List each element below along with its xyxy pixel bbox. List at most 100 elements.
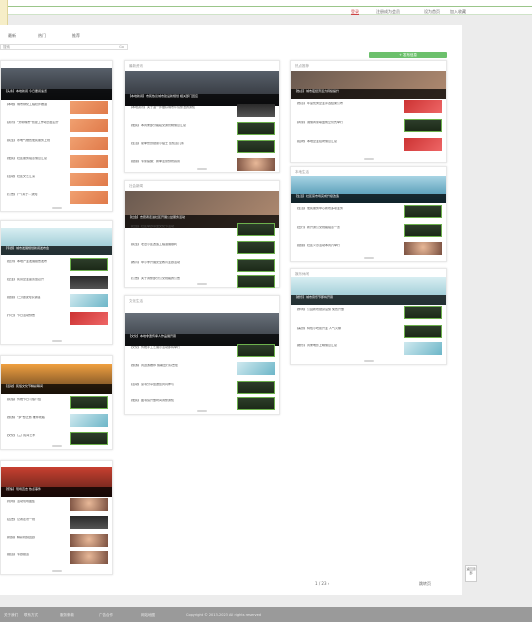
news-item-thumbnail[interactable]	[70, 191, 108, 204]
news-list-item[interactable]: 【文化】传统手工艺展示活动即将举行	[129, 344, 275, 358]
news-list-item[interactable]: 【出行】新开通公交线路站点一览	[295, 224, 442, 238]
news-item-thumbnail[interactable]	[404, 119, 442, 132]
news-item-thumbnail[interactable]	[70, 516, 108, 529]
news-list-item[interactable]: 【民俗】传统节日习俗介绍	[5, 396, 108, 410]
news-item-headline[interactable]: 【出行】新开通公交线路站点一览	[295, 226, 386, 235]
news-list-item[interactable]: 【经济】本地产业发展报告发布	[5, 258, 108, 272]
news-item-thumbnail[interactable]	[70, 396, 108, 409]
more-indicator[interactable]	[197, 283, 207, 285]
more-indicator[interactable]	[363, 257, 374, 259]
news-item-headline[interactable]: 【旅游】"梦"想之旅 推荐线路	[5, 416, 69, 425]
news-item-thumbnail[interactable]	[237, 259, 275, 272]
news-item-headline[interactable]: 【公告】(一)关于…通知	[5, 193, 69, 202]
news-item-headline[interactable]: 【资讯】"文明城市"创建工作动员会召开	[5, 121, 69, 130]
news-list-item[interactable]: 【报道】专题报道	[5, 551, 108, 565]
tab-hot[interactable]: 热门	[38, 33, 46, 39]
footer-link[interactable]: 广告合作	[99, 613, 113, 618]
news-card-hero-image[interactable]: 【生活】社区菜市场完成升级改造	[291, 176, 446, 203]
news-item-headline[interactable]: 【报道】专题报道	[5, 553, 69, 562]
footer-link[interactable]: 联系方式	[24, 613, 38, 618]
news-card-hero-image[interactable]: 【活动】民俗文化节精彩瞬间	[1, 364, 112, 394]
news-item-thumbnail[interactable]	[404, 325, 442, 338]
news-item-thumbnail[interactable]	[404, 205, 442, 218]
news-list-item[interactable]: 【民生】老旧小区改造工程进展顺利	[129, 241, 275, 255]
news-card-hero-caption[interactable]: 【活动】民俗文化节精彩瞬间	[1, 383, 112, 394]
news-item-headline[interactable]: 【视频】精彩视频回顾	[5, 536, 69, 545]
news-list-item[interactable]: 【休闲】公园新增健身设施 免费开放	[295, 306, 442, 320]
news-item-headline[interactable]: 【美食】特色小吃街开业 人气火爆	[295, 327, 386, 336]
news-card-hero-caption[interactable]: 【生活】社区菜市场完成升级改造	[291, 193, 446, 203]
news-item-headline[interactable]: 【直击】记者走访一线	[5, 518, 69, 527]
news-list-item[interactable]: 【娱乐】周末电影上映信息汇总	[295, 342, 442, 356]
news-list-item[interactable]: 【教育】中小学开展安全教育主题活动	[129, 259, 275, 273]
news-item-thumbnail[interactable]	[70, 119, 108, 132]
news-card-hero-image[interactable]: 【头条】本地新闻 今日要闻速览	[1, 68, 112, 100]
news-item-thumbnail[interactable]	[237, 397, 275, 410]
more-indicator[interactable]	[363, 158, 374, 160]
news-item-thumbnail[interactable]	[404, 342, 442, 355]
news-card-hero-image[interactable]: 【文化】本地非遗传承人作品展开幕	[125, 313, 279, 346]
news-item-thumbnail[interactable]	[237, 241, 275, 254]
pagination-jump[interactable]: 跳转页	[419, 581, 431, 587]
news-list-item[interactable]: 【健康】(二)健康知识讲座	[5, 294, 108, 308]
news-item-thumbnail[interactable]	[70, 551, 108, 564]
news-item-thumbnail[interactable]	[237, 362, 275, 375]
news-item-thumbnail[interactable]	[70, 173, 108, 186]
news-list-item[interactable]: 【节日】节日活动预告	[5, 312, 108, 326]
news-card-hero-image[interactable]: 【娱乐】城市音乐节即将开幕	[291, 277, 446, 305]
footer-link[interactable]: 网站地图	[141, 613, 155, 618]
news-list-item[interactable]: 【现场】活动现场图集	[5, 498, 108, 512]
login-link[interactable]: 登录	[351, 9, 359, 15]
news-item-thumbnail[interactable]	[70, 414, 108, 427]
news-card-hero-caption[interactable]: 【娱乐】城市音乐节即将开幕	[291, 295, 446, 305]
news-list-item[interactable]: 【视频】精彩视频回顾	[5, 534, 108, 548]
news-item-headline[interactable]: 【商家】诚信商家联盟成立仪式举行	[295, 121, 386, 130]
news-item-thumbnail[interactable]	[70, 294, 108, 307]
news-item-headline[interactable]: 【便民】社区服务站点信息汇总	[5, 157, 69, 166]
news-item-headline[interactable]: 【热点】年度优秀企业评选结果公布	[295, 102, 386, 111]
news-item-thumbnail[interactable]	[404, 224, 442, 237]
news-item-headline[interactable]: 【文化】传统手工艺展示活动即将举行	[129, 346, 220, 355]
more-indicator[interactable]	[51, 340, 62, 342]
news-list-item[interactable]: 【本地】城市绿化工程稳步推进	[5, 101, 108, 115]
news-item-thumbnail[interactable]	[70, 101, 108, 114]
news-item-headline[interactable]: 【旅游】周边游推荐 假期出行好去处	[129, 364, 220, 373]
news-item-thumbnail[interactable]	[404, 100, 442, 113]
news-item-headline[interactable]: 【社会】社区举办邻里文化节活动	[129, 225, 220, 234]
footer-link[interactable]: 关于我们	[4, 613, 18, 618]
news-item-headline[interactable]: 【教育】中小学开展安全教育主题活动	[129, 261, 220, 270]
news-item-headline[interactable]: 【休闲】公园新增健身设施 免费开放	[295, 308, 386, 317]
news-item-thumbnail[interactable]	[404, 138, 442, 151]
footer-link[interactable]: 服务条款	[60, 613, 74, 618]
news-list-item[interactable]: 【商家】诚信商家联盟成立仪式举行	[295, 119, 442, 133]
news-list-item[interactable]: 【热点】年度优秀企业评选结果公布	[295, 100, 442, 114]
news-item-thumbnail[interactable]	[237, 158, 275, 171]
register-link[interactable]: 注册成为会员	[376, 9, 400, 15]
news-item-thumbnail[interactable]	[70, 137, 108, 150]
news-list-item[interactable]: 【本地资讯】关于进一步做好城市环境整治的通知	[129, 104, 275, 118]
news-list-item[interactable]: 【资讯】"文明城市"创建工作动员会召开	[5, 119, 108, 133]
back-to-top-button[interactable]: 返回顶部	[465, 565, 477, 582]
news-list-item[interactable]: 【生活】夏季饮食健康小贴士 您知道几条	[129, 140, 275, 154]
news-card-hero-image[interactable]: 【本地新闻】市民热议城市建设新规划 相关部门回应	[125, 71, 279, 106]
news-card-hero-caption[interactable]: 【头条】本地新闻 今日要闻速览	[1, 88, 112, 100]
news-item-headline[interactable]: 【节日】节日活动预告	[5, 314, 69, 323]
bookmark-link[interactable]: 加入收藏	[450, 9, 466, 15]
news-item-headline[interactable]: 【活动】社区文艺汇演	[5, 175, 69, 184]
news-card-hero-image[interactable]: 【热点】城市夜经济活力持续提升	[291, 71, 446, 99]
search-go-button[interactable]: Go	[119, 45, 124, 50]
news-item-headline[interactable]: 【本地资讯】关于进一步做好城市环境整治的通知	[129, 106, 220, 115]
news-item-headline[interactable]: 【招聘】本地企业招聘信息汇总	[295, 140, 386, 149]
news-list-item[interactable]: 【公告】(一)关于…通知	[5, 191, 108, 205]
news-item-headline[interactable]: 【健康】社区义诊活动本周六举行	[295, 244, 386, 253]
more-indicator[interactable]	[51, 570, 62, 572]
more-indicator[interactable]	[51, 207, 62, 209]
news-list-item[interactable]: 【旅游】"梦"想之旅 推荐线路	[5, 414, 108, 428]
news-item-headline[interactable]: 【生活】便民服务中心新增多项业务	[295, 207, 386, 216]
more-indicator[interactable]	[51, 445, 62, 447]
news-card-hero-image[interactable]: 【专题】城市发展规划新闻发布会	[1, 228, 112, 255]
news-list-item[interactable]: 【企业】民营企业座谈会召开	[5, 276, 108, 290]
news-item-thumbnail[interactable]	[237, 344, 275, 357]
news-item-thumbnail[interactable]	[404, 242, 442, 255]
more-indicator[interactable]	[197, 410, 207, 412]
